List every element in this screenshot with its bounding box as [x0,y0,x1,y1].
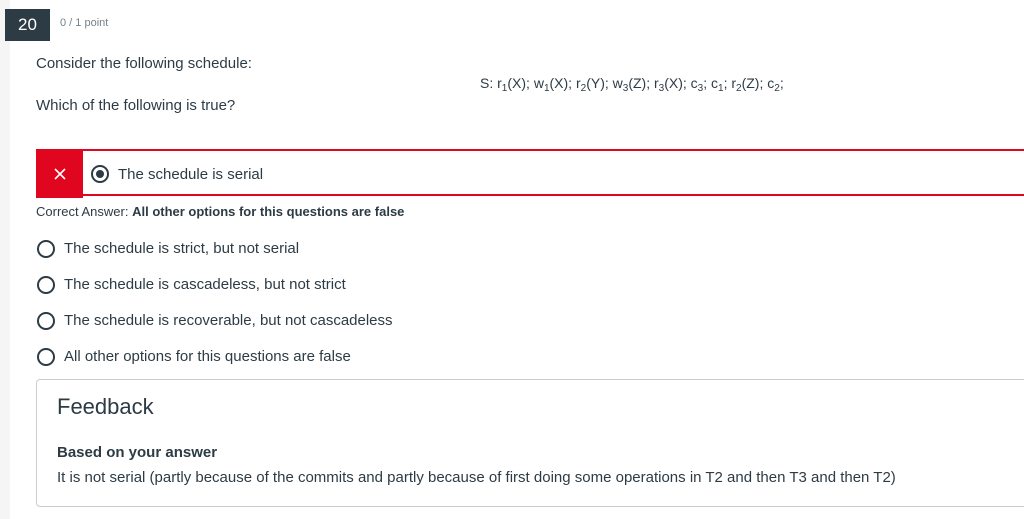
question-ask: Which of the following is true? [36,97,236,114]
schedule-op: c1; [711,75,728,94]
schedule-expression: S: r1(X); w1(X); r2(Y); w3(Z); r3(X); c3… [480,75,784,94]
selected-answer: The schedule is serial [36,149,1024,198]
schedule-prefix: S: [480,75,498,91]
x-icon [36,149,83,198]
left-rail [0,0,10,519]
schedule-op: c3; [690,75,708,94]
question-prompt: Consider the following schedule: [36,55,252,72]
correct-answer-prefix: Correct Answer: [36,204,133,219]
feedback-panel: Feedback Based on your answer It is not … [36,379,1024,507]
schedule-op: r3(X); [653,75,687,94]
selected-answer-label: The schedule is serial [118,166,264,183]
option-label: The schedule is cascadeless, but not str… [64,276,346,293]
option-label: All other options for this questions are… [64,348,351,365]
option-radio[interactable] [37,348,55,366]
option-radio[interactable] [37,276,55,294]
option-strict[interactable]: The schedule is strict, but not serial [36,238,636,260]
feedback-title: Feedback [57,394,154,419]
option-cascadeless[interactable]: The schedule is cascadeless, but not str… [36,274,636,296]
option-label: The schedule is strict, but not serial [64,240,300,257]
schedule-op: c2; [767,75,784,94]
schedule-op: w3(Z); [612,75,651,94]
feedback-text: It is not serial (partly because of the … [57,469,896,486]
option-radio[interactable] [37,240,55,258]
option-radio[interactable] [37,312,55,330]
selected-answer-radio[interactable] [91,165,109,183]
schedule-op: w1(X); [533,75,573,94]
question-points: 0 / 1 point [60,17,109,29]
correct-answer: Correct Answer: All other options for th… [36,204,404,219]
schedule-op: r2(Y); [575,75,609,94]
option-all-false[interactable]: All other options for this questions are… [36,346,636,368]
feedback-subtitle: Based on your answer [57,444,218,461]
option-recoverable[interactable]: The schedule is recoverable, but not cas… [36,310,636,332]
correct-answer-value: All other options for this questions are… [132,204,405,219]
schedule-ops: r1(X); w1(X); r2(Y); w3(Z); r3(X); c3; c… [497,75,784,94]
question-number: 20 [5,9,50,41]
schedule-op: r2(Z); [731,75,764,94]
schedule-op: r1(X); [497,75,530,94]
option-label: The schedule is recoverable, but not cas… [64,312,393,329]
